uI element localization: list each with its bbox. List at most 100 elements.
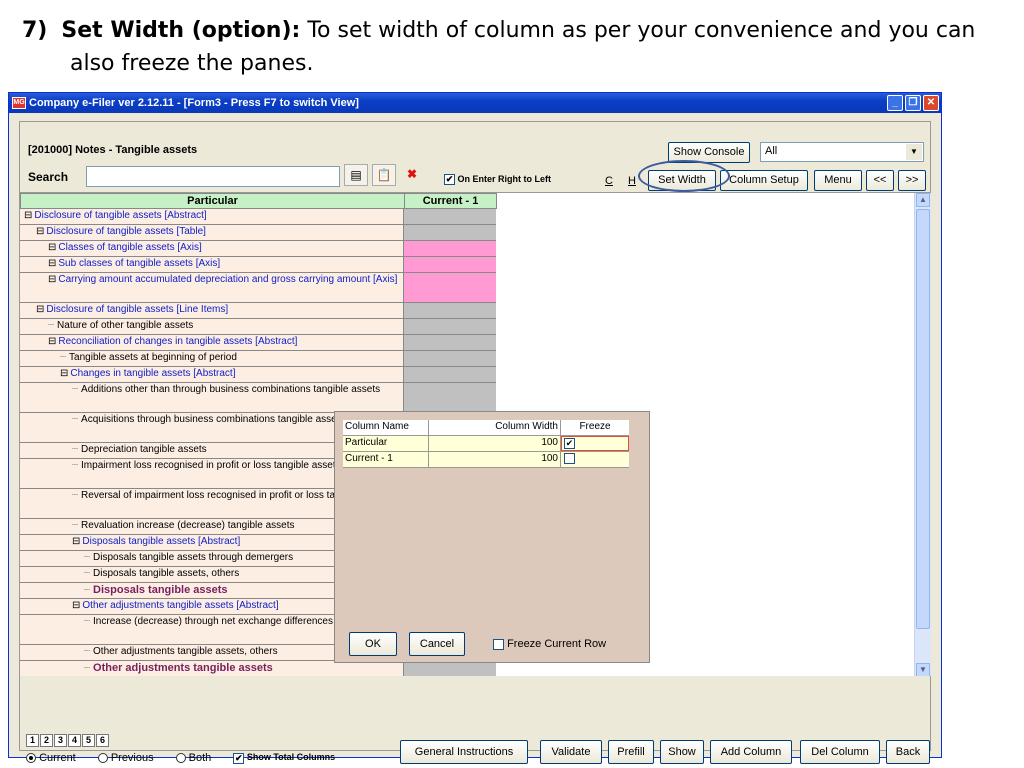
table-row[interactable]: ⊟ Classes of tangible assets [Axis] — [20, 241, 496, 257]
radio-previous[interactable]: Previous — [97, 752, 154, 764]
radio-current[interactable]: Current — [26, 752, 76, 764]
table-row[interactable]: ⊟ Sub classes of tangible assets [Axis] — [20, 257, 496, 273]
value-cell[interactable] — [404, 303, 496, 318]
ok-button[interactable]: OK — [349, 632, 397, 656]
prev-button[interactable]: << — [866, 170, 894, 191]
table-row[interactable]: ⊟ Carrying amount accumulated depreciatio… — [20, 273, 496, 303]
table-row[interactable]: ⊟ Changes in tangible assets [Abstract] — [20, 367, 496, 383]
copy-icon[interactable]: ▤ — [344, 164, 368, 186]
value-cell[interactable] — [404, 335, 496, 350]
row-label: Classes of tangible assets [Axis] — [58, 242, 202, 253]
radio-both[interactable]: Both — [175, 752, 211, 764]
radio-on-icon — [26, 753, 36, 764]
close-button[interactable]: ✕ — [923, 95, 939, 111]
validate-button[interactable]: Validate — [540, 740, 602, 764]
dlg-header-name: Column Name — [343, 420, 429, 435]
tree-connector-icon: ┈ — [84, 552, 91, 563]
table-row: Current - 1 100 — [343, 452, 629, 468]
value-cell[interactable] — [404, 209, 496, 224]
paste-icon[interactable]: 📋 — [372, 164, 396, 186]
value-cell[interactable] — [404, 273, 496, 302]
tab-3[interactable]: 3 — [54, 734, 67, 747]
width-input[interactable]: 100 — [429, 452, 561, 467]
col-header-particular: Particular — [20, 193, 405, 209]
collapse-icon[interactable]: ⊟ — [24, 210, 32, 221]
filter-select[interactable]: All ▼ — [760, 142, 924, 162]
menu-button[interactable]: Menu — [814, 170, 862, 191]
section-title: [201000] Notes - Tangible assets — [28, 144, 198, 156]
freeze-checkbox[interactable] — [564, 452, 575, 464]
tab-4[interactable]: 4 — [68, 734, 81, 747]
restore-button[interactable]: ❐ — [905, 95, 921, 111]
collapse-icon[interactable]: ⊟ — [36, 304, 44, 315]
search-input[interactable] — [86, 166, 340, 187]
width-input[interactable]: 100 — [429, 436, 561, 451]
value-cell[interactable] — [404, 351, 496, 366]
c-button[interactable]: C — [600, 172, 618, 193]
collapse-icon[interactable]: ⊟ — [60, 368, 68, 379]
table-row[interactable]: ┈ Other adjustments tangible assets — [20, 661, 496, 676]
data-grid: Particular Current - 1 ⊟ Disclosure of ta… — [20, 192, 931, 676]
scroll-thumb[interactable] — [916, 209, 930, 629]
value-cell[interactable] — [404, 383, 496, 412]
show-button[interactable]: Show — [660, 740, 704, 764]
app-icon: MG — [12, 97, 26, 109]
delete-icon[interactable]: ✖ — [400, 164, 424, 186]
tab-2[interactable]: 2 — [40, 734, 53, 747]
table-row[interactable]: ⊟ Disclosure of tangible assets [Line Ite… — [20, 303, 496, 319]
scroll-up-icon[interactable]: ▲ — [916, 193, 930, 207]
radio-off-icon — [97, 753, 108, 764]
table-row[interactable]: ┈ Additions other than through business c… — [20, 383, 496, 413]
collapse-icon[interactable]: ⊟ — [36, 226, 44, 237]
col-header-current: Current - 1 — [404, 193, 497, 209]
tab-5[interactable]: 5 — [82, 734, 95, 747]
column-setup-button[interactable]: Column Setup — [720, 170, 808, 191]
row-label: Impairment loss recognised in profit or … — [81, 460, 341, 471]
prefill-button[interactable]: Prefill — [608, 740, 654, 764]
view-options: Current Previous Both ✔ Show Total Colum… — [26, 752, 335, 764]
next-button[interactable]: >> — [898, 170, 926, 191]
window-title: Company e-Filer ver 2.12.11 - [Form3 - P… — [29, 97, 359, 109]
value-cell[interactable] — [404, 241, 496, 256]
table-row[interactable]: ┈ Tangible assets at beginning of period — [20, 351, 496, 367]
page-tabs: 1 2 3 4 5 6 — [26, 734, 110, 747]
collapse-icon[interactable]: ⊟ — [48, 336, 56, 347]
scroll-down-icon[interactable]: ▼ — [916, 663, 930, 676]
collapse-icon[interactable]: ⊟ — [72, 536, 80, 547]
value-cell[interactable] — [404, 367, 496, 382]
row-label: Reconciliation of changes in tangible as… — [58, 336, 298, 347]
table-row[interactable]: ⊟ Disclosure of tangible assets [Abstract… — [20, 209, 496, 225]
vertical-scrollbar[interactable]: ▲ ▼ — [914, 193, 931, 676]
highlight-ring — [638, 160, 730, 192]
row-label: Additions other than through business co… — [81, 384, 381, 395]
tree-connector-icon: ┈ — [84, 568, 91, 579]
general-instructions-button[interactable]: General Instructions — [400, 740, 528, 764]
tab-6[interactable]: 6 — [96, 734, 109, 747]
back-button[interactable]: Back — [886, 740, 930, 764]
add-column-button[interactable]: Add Column — [710, 740, 792, 764]
del-column-button[interactable]: Del Column — [800, 740, 880, 764]
value-cell[interactable] — [404, 319, 496, 334]
value-cell[interactable] — [404, 225, 496, 240]
collapse-icon[interactable]: ⊟ — [48, 258, 56, 269]
tree-connector-icon: ┈ — [72, 414, 79, 425]
cancel-button[interactable]: Cancel — [409, 632, 465, 656]
table-row[interactable]: ⊟ Disclosure of tangible assets [Table] — [20, 225, 496, 241]
tree-connector-icon: ┈ — [84, 646, 91, 657]
dlg-header-width: Column Width — [429, 420, 561, 435]
value-cell[interactable] — [404, 257, 496, 272]
collapse-icon[interactable]: ⊟ — [48, 274, 56, 285]
on-enter-rtl-checkbox[interactable]: ✔ On Enter Right to Left — [444, 174, 551, 186]
minimize-button[interactable]: _ — [887, 95, 903, 111]
collapse-icon[interactable]: ⊟ — [48, 242, 56, 253]
freeze-current-row-checkbox[interactable]: Freeze Current Row — [493, 638, 606, 650]
app-window: MG Company e-Filer ver 2.12.11 - [Form3 … — [8, 92, 942, 764]
freeze-checkbox[interactable]: ✔ — [564, 437, 575, 449]
tab-1[interactable]: 1 — [26, 734, 39, 747]
show-total-checkbox[interactable]: ✔ Show Total Columns — [233, 752, 335, 764]
table-row[interactable]: ┈ Nature of other tangible assets — [20, 319, 496, 335]
value-cell[interactable] — [404, 661, 496, 676]
title-bar: MG Company e-Filer ver 2.12.11 - [Form3 … — [9, 93, 941, 113]
table-row[interactable]: ⊟ Reconciliation of changes in tangible a… — [20, 335, 496, 351]
collapse-icon[interactable]: ⊟ — [72, 600, 80, 611]
